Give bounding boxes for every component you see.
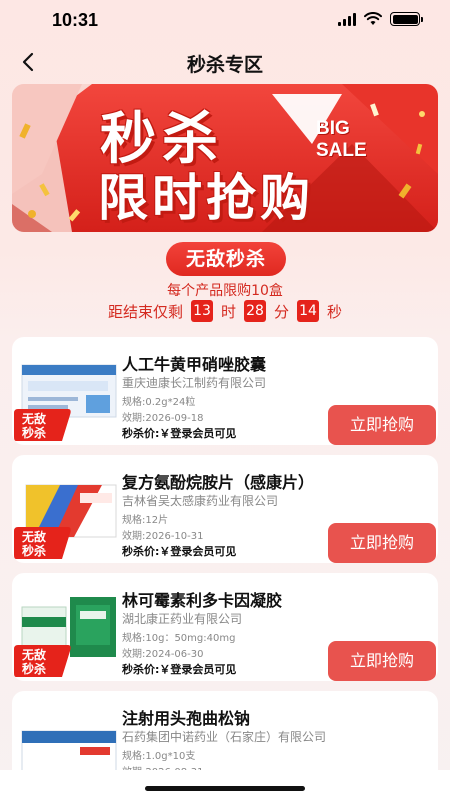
product-manufacturer: 湖北康正药业有限公司 [122,612,243,626]
bottom-safe-area [0,770,450,800]
countdown-label: 距结束仅剩 [107,302,183,321]
home-indicator[interactable] [145,786,305,791]
countdown-seconds: 14 [297,300,320,322]
battery-icon [390,12,423,26]
product-price: 秒杀价:￥登录会员可见 [122,545,237,558]
purchase-limit-text: 每个产品限购10盒 [167,283,283,299]
page-title: 秒杀专区 [186,54,263,76]
svg-text:秒杀: 秒杀 [22,425,46,440]
buy-now-button[interactable]: 立即抢购 [328,523,436,563]
countdown-minutes: 28 [244,300,266,322]
product-price: 秒杀价:￥登录会员可见 [122,663,237,676]
invincible-flash-sale-badge: 无敌秒杀 [166,242,286,276]
svg-text:秒杀: 秒杀 [22,661,46,676]
countdown-hours: 13 [190,300,213,322]
svg-text:无敌: 无敌 [21,529,46,544]
wifi-icon [364,12,382,25]
product-expiry: 效期:2026-10-31 [122,531,204,542]
countdown-timer: 距结束仅剩 13 时 28 分 14 秒 [0,300,450,322]
banner-big-sale: BIG SALE [316,118,367,161]
product-name[interactable]: 人工牛黄甲硝唑胶囊 [122,351,266,375]
flash-sale-corner-badge: 无敌 秒杀 [14,409,71,441]
status-time: 10:31 [52,10,99,30]
product-card[interactable]: 无敌 秒杀 林可霉素利多卡因凝胶 湖北康正药业有限公司 规格:10g：50mg:… [12,573,438,681]
buy-now-button[interactable]: 立即抢购 [328,641,436,681]
product-spec: 规格:12片 [122,515,169,526]
status-icons [338,12,423,26]
minutes-unit: 分 [274,302,290,321]
flash-sale-banner[interactable]: 秒杀 BIG SALE 限时抢购 [12,84,438,232]
product-manufacturer: 吉林省吴太感康药业有限公司 [122,494,279,508]
svg-text:无敌: 无敌 [21,411,46,426]
banner-headline-bottom: 限时抢购 [98,169,314,227]
svg-text:秒杀: 秒杀 [22,543,46,558]
svg-text:无敌: 无敌 [21,647,46,662]
product-card[interactable]: 无敌 秒杀 人工牛黄甲硝唑胶囊 重庆迪康长江制药有限公司 规格:0.2g*24粒… [12,337,438,445]
product-card[interactable]: 无敌 秒杀 复方氨酚烷胺片（感康片） 吉林省吴太感康药业有限公司 规格:12片 … [12,455,438,563]
nav-bar: 秒杀专区 [0,40,450,84]
seconds-unit: 秒 [327,302,343,321]
product-manufacturer: 石药集团中诺药业（石家庄）有限公司 [122,730,327,744]
buy-now-button[interactable]: 立即抢购 [328,405,436,445]
product-spec: 规格:10g：50mg:40mg [122,633,236,644]
product-spec: 规格:1.0g*10支 [122,751,196,762]
cellular-signal-icon [338,12,356,26]
product-expiry: 效期:2026-09-18 [122,413,204,424]
product-spec: 规格:0.2g*24粒 [122,397,196,408]
product-name[interactable]: 复方氨酚烷胺片（感康片） [122,469,314,493]
flash-sale-corner-badge: 无敌 秒杀 [14,527,71,559]
status-bar: 10:31 [0,0,450,40]
product-name[interactable]: 注射用头孢曲松钠 [122,705,250,729]
flash-sale-corner-badge: 无敌 秒杀 [14,645,71,677]
hours-unit: 时 [220,302,236,321]
product-manufacturer: 重庆迪康长江制药有限公司 [122,376,267,390]
product-name[interactable]: 林可霉素利多卡因凝胶 [122,587,282,611]
product-price: 秒杀价:￥登录会员可见 [122,427,237,440]
product-expiry: 效期:2024-06-30 [122,649,204,660]
